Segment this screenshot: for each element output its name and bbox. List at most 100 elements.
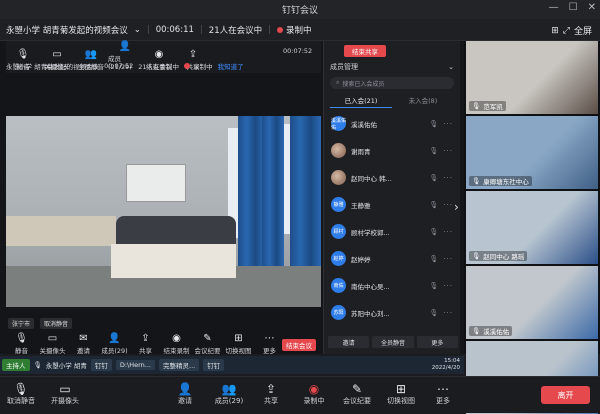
members-icon: 👤 — [108, 333, 121, 344]
got-it-link[interactable]: 我知道了 — [218, 61, 244, 71]
mic-off-icon[interactable]: 🎙 — [429, 147, 438, 155]
thumbnail-label: 🎙 康卿塘东社中心 — [469, 176, 532, 186]
avatar: 溪溪佑佑 — [331, 116, 347, 131]
toolbar-item-members[interactable]: 👥 成员(29) — [212, 382, 246, 406]
leave-button[interactable]: 离开 — [541, 386, 590, 404]
more-icon[interactable]: ··· — [443, 147, 453, 155]
toolbar-item-share[interactable]: ⇪ 共享 — [254, 382, 288, 406]
toolbar-item-layout[interactable]: ⊞ 切换视图 — [384, 382, 418, 406]
window-title-bar: 钉钉会议 — ☐ ✕ — [0, 0, 600, 19]
participant-thumbnail[interactable]: 🎙 溪溪佑佑 — [466, 266, 598, 339]
mic-off-icon[interactable]: 🎙 — [429, 255, 438, 263]
invite-button[interactable]: 邀请 — [328, 336, 370, 348]
inner-bottom-item[interactable]: ⊞ 切换视图 — [223, 333, 254, 355]
unmute-icon: 🎙 — [13, 382, 29, 396]
more-icon[interactable]: ··· — [443, 309, 453, 317]
chevron-down-icon[interactable]: ⌄ — [448, 63, 454, 71]
mic-off-icon[interactable]: 🎙 — [429, 201, 438, 209]
member-row[interactable]: 赵婷 赵婷婷 🎙 ··· — [328, 245, 456, 272]
taskbar-item[interactable]: 钉钉 — [90, 359, 112, 371]
toolbar-item-invite[interactable]: 👤 邀请 — [168, 382, 202, 406]
invite-icon: 👤 — [177, 382, 193, 396]
inner-bottom-item[interactable]: ✉ 邀请 — [68, 333, 99, 355]
member-row[interactable]: 顾村 顾村学校郭... 🎙 ··· — [328, 218, 456, 245]
tab-not-joined[interactable]: 未入会(8) — [392, 93, 454, 108]
mic-off-icon[interactable]: 🎙 — [429, 282, 438, 290]
taskbar-clock: 15:04 2022/4/20 — [431, 358, 460, 371]
mic-off-icon[interactable]: 🎙 — [429, 174, 438, 182]
toolbar-item-unmute[interactable]: 🎙 取消静音 — [4, 382, 38, 406]
more-icon[interactable]: ··· — [443, 201, 453, 209]
more-icon[interactable]: ··· — [443, 120, 453, 128]
members-icon: 👤 — [118, 41, 132, 52]
inner-bottom-item[interactable]: 🎙 静音 — [6, 333, 37, 355]
more-icon[interactable]: ··· — [443, 282, 453, 290]
member-name: 溪溪佑佑 — [351, 120, 377, 129]
collapse-arrow-icon[interactable]: › — [454, 200, 459, 214]
tab-joined[interactable]: 已入会(21) — [330, 93, 392, 108]
classroom-video — [6, 116, 321, 307]
maximize-icon[interactable]: ☐ — [569, 2, 578, 13]
toolbar-item-camera-on[interactable]: ▭ 开摄像头 — [48, 382, 82, 406]
inner-bottom-item[interactable]: 👤 成员(29) — [99, 333, 130, 355]
toolbar-item-notes[interactable]: ✎ 会议纪要 — [340, 382, 374, 406]
member-row[interactable]: 谢雨青 🎙 ··· — [328, 137, 456, 164]
inner-bottom-item[interactable]: ✎ 会议纪要 — [192, 333, 223, 355]
member-search-input[interactable]: ⌕ 搜索已入会成员 — [330, 77, 454, 89]
stop-share-button[interactable]: 结束共享 — [344, 45, 386, 57]
grid-icon: ⊞ — [551, 25, 559, 36]
member-row[interactable]: 溪溪佑佑 溪溪佑佑 🎙 ··· — [328, 110, 456, 137]
thumbnail-label: 🎙 赵同中心 路瑶 — [469, 251, 528, 261]
panel-title: 成员管理 — [330, 63, 358, 71]
mic-off-icon[interactable]: 🎙 — [429, 120, 438, 128]
meeting-timer: 00:06:11 — [155, 24, 194, 35]
participant-thumbnail[interactable]: 🎙 康卿塘东社中心 — [466, 116, 598, 189]
layout-icon: ⊞ — [234, 333, 243, 344]
share-icon: ⇪ — [265, 382, 277, 396]
share-icon: ⇪ — [141, 333, 150, 344]
more-icon[interactable]: ··· — [443, 228, 453, 236]
mic-off-icon[interactable]: 🎙 — [429, 228, 438, 236]
member-list: 溪溪佑佑 溪溪佑佑 🎙 ··· 谢雨青 🎙 ··· 赵同中心 韩... 🎙 ··· 静雅 王静雅 🎙 ··… — [328, 110, 456, 326]
fullscreen-button[interactable]: ⊞ ⤢ 全屏 — [551, 24, 592, 38]
taskbar-item[interactable]: 钉钉 — [203, 359, 225, 371]
inner-bottom-item[interactable]: ▭ 关摄像头 — [37, 333, 68, 355]
more-icon[interactable]: ··· — [443, 174, 453, 182]
mute-all-button[interactable]: 全员静音 — [372, 336, 414, 348]
minimize-icon[interactable]: — — [549, 2, 559, 13]
search-icon: ⌕ — [336, 79, 340, 86]
meeting-name: 永曌小学 胡青菊发起的视频会议 — [6, 25, 128, 36]
mic-icon: 🎙 — [472, 177, 481, 185]
chevron-down-icon[interactable]: ⌄ — [134, 25, 141, 35]
meeting-info-bar: 永曌小学 胡青菊发起的视频会议 ⌄ | 00:06:11 | 21人在会议中 |… — [0, 19, 600, 41]
member-row[interactable]: 苏阳 苏阳中心刘... 🎙 ··· — [328, 299, 456, 326]
mic-icon: 🎙 — [33, 361, 42, 369]
video-labels: 张宁市 取消静音 — [8, 318, 73, 329]
taskbar-item[interactable]: 完整精灵... — [159, 359, 200, 371]
inner-bottom-toolbar: 🎙 静音 ▭ 关摄像头 ✉ 邀请 👤 成员(29) ⇪ 共享 ◉ 结束录制 ✎ 会议纪要 ⊞ 切换视图 ⋯ 更多 — [6, 332, 321, 356]
member-row[interactable]: 赵同中心 韩... 🎙 ··· — [328, 164, 456, 191]
member-name: 南佑中心吴... — [351, 282, 390, 291]
member-row[interactable]: 静雅 王静雅 🎙 ··· — [328, 191, 456, 218]
more-button[interactable]: 更多 — [416, 336, 458, 348]
avatar — [331, 143, 346, 158]
inner-bottom-item[interactable]: ⋯ 更多 — [254, 333, 285, 355]
taskbar-school: 永曌小学 胡青 — [45, 362, 87, 370]
end-meeting-button[interactable]: 结束会议 — [282, 339, 316, 351]
toolbar-item-record[interactable]: ◉ 录制中 — [297, 382, 331, 406]
more-icon[interactable]: ··· — [443, 255, 453, 263]
avatar: 静雅 — [331, 197, 346, 212]
inner-bottom-item[interactable]: ⇪ 共享 — [130, 333, 161, 355]
inner-bottom-item[interactable]: ◉ 结束录制 — [161, 333, 192, 355]
close-icon[interactable]: ✕ — [588, 2, 596, 13]
taskbar-item[interactable]: D:\Hern... — [115, 360, 155, 370]
notes-icon: ✎ — [203, 333, 212, 344]
camera-on-icon: ▭ — [59, 382, 71, 396]
participant-thumbnail[interactable]: 🎙 赵同中心 路瑶 — [466, 191, 598, 264]
mic-off-icon[interactable]: 🎙 — [429, 309, 438, 317]
participant-thumbnail[interactable]: 🎙 范军凯 — [466, 41, 598, 114]
toolbar-item-more[interactable]: ⋯ 更多 — [426, 382, 460, 406]
member-row[interactable]: 南佑 南佑中心吴... 🎙 ··· — [328, 272, 456, 299]
shared-taskbar: 主持人 🎙 永曌小学 胡青 钉钉 D:\Hern... 完整精灵... 钉钉 1… — [0, 356, 464, 374]
avatar: 苏阳 — [331, 305, 346, 320]
